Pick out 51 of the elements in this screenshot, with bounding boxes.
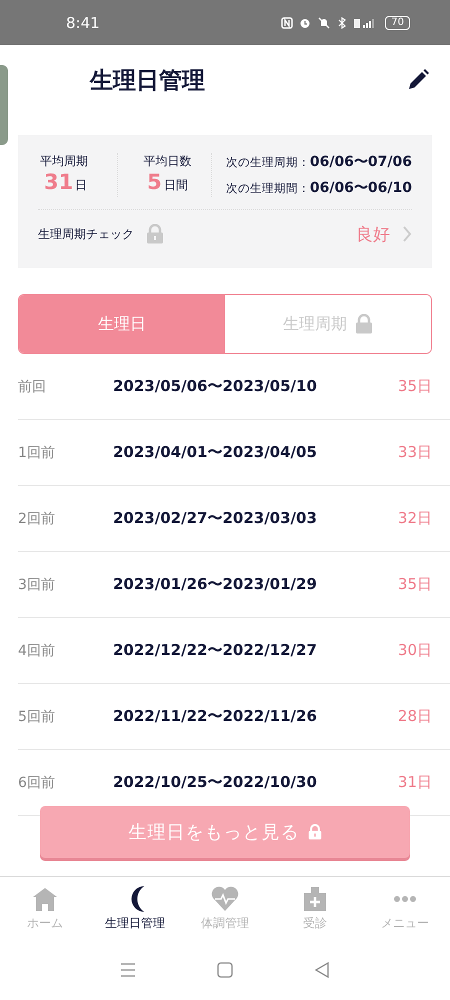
stat-value: 31 日 (44, 170, 88, 194)
bell-off-icon (317, 16, 332, 28)
period-range: 2022/10/25〜2022/10/30 (113, 773, 317, 792)
cycle-days: 33日 (398, 443, 432, 462)
cycle-days: 30日 (398, 641, 432, 660)
period-label: 4回前 (18, 642, 56, 660)
next-label: 次の生理期間： (226, 181, 310, 196)
tab[interactable]: 生理日 (19, 295, 225, 353)
next-label: 次の生理周期： (226, 155, 310, 170)
menu-icon[interactable] (120, 963, 136, 977)
period-range: 2023/04/01〜2023/04/05 (113, 443, 317, 462)
cycle-days: 32 日 (398, 509, 432, 528)
period-range: 2023/05/06〜2023/05/10 (113, 377, 317, 396)
period-range: 2022/12/22〜2022/12/27 (113, 641, 317, 660)
alarm-icon (299, 16, 312, 28)
edge-handle[interactable] (0, 65, 8, 145)
period-label: 6回前 (18, 774, 56, 792)
next-date: 06/06〜06/10 (310, 179, 412, 197)
edit-icon[interactable] (406, 68, 430, 92)
nfc-icon (281, 16, 294, 28)
period-label: 前回 (18, 378, 47, 396)
see-more-button[interactable]: 生理日をもっと見る (40, 806, 410, 858)
back-icon[interactable] (314, 962, 330, 978)
period-range: 2022/11/22〜2022/11/26 (113, 707, 317, 726)
period-label: 2回前 (18, 510, 56, 528)
more-icon (393, 895, 417, 903)
bluetooth-icon (337, 16, 348, 28)
lock-icon (308, 824, 322, 840)
stat-label: 平均周期 (40, 153, 88, 170)
heart-pulse-icon (210, 885, 240, 913)
next-date: 06/06〜07/06 (310, 153, 412, 171)
cycle-days: 35日 (398, 377, 432, 396)
period-label: 3回前 (18, 576, 56, 594)
period-range: 2023/01/26〜2023/01/29 (113, 575, 317, 594)
home-button-icon[interactable] (216, 962, 233, 978)
page-title: 生理日管理 (90, 66, 205, 96)
cycle-days: 35日 (398, 575, 432, 594)
cycle-days: 28日 (398, 707, 432, 726)
cycle-check-row[interactable]: 生理周期チェック 良好 (38, 210, 412, 258)
status-time: 8:41 (66, 14, 100, 32)
period-range: 2023/02/27〜2023/03/03 (113, 509, 317, 528)
cycle-days: 31日 (398, 773, 432, 792)
check-label: 生理周期チェック (38, 226, 134, 242)
check-result: 良好 (356, 224, 390, 246)
stat-value: 5 日間 (147, 170, 188, 194)
period-label: 5回前 (18, 708, 56, 726)
battery-indicator: 70 (385, 16, 410, 30)
stat-label: 平均日数 (143, 153, 192, 170)
chevron-right-icon (402, 225, 412, 243)
lock-icon (355, 314, 373, 334)
period-label: 1回前 (18, 444, 56, 462)
